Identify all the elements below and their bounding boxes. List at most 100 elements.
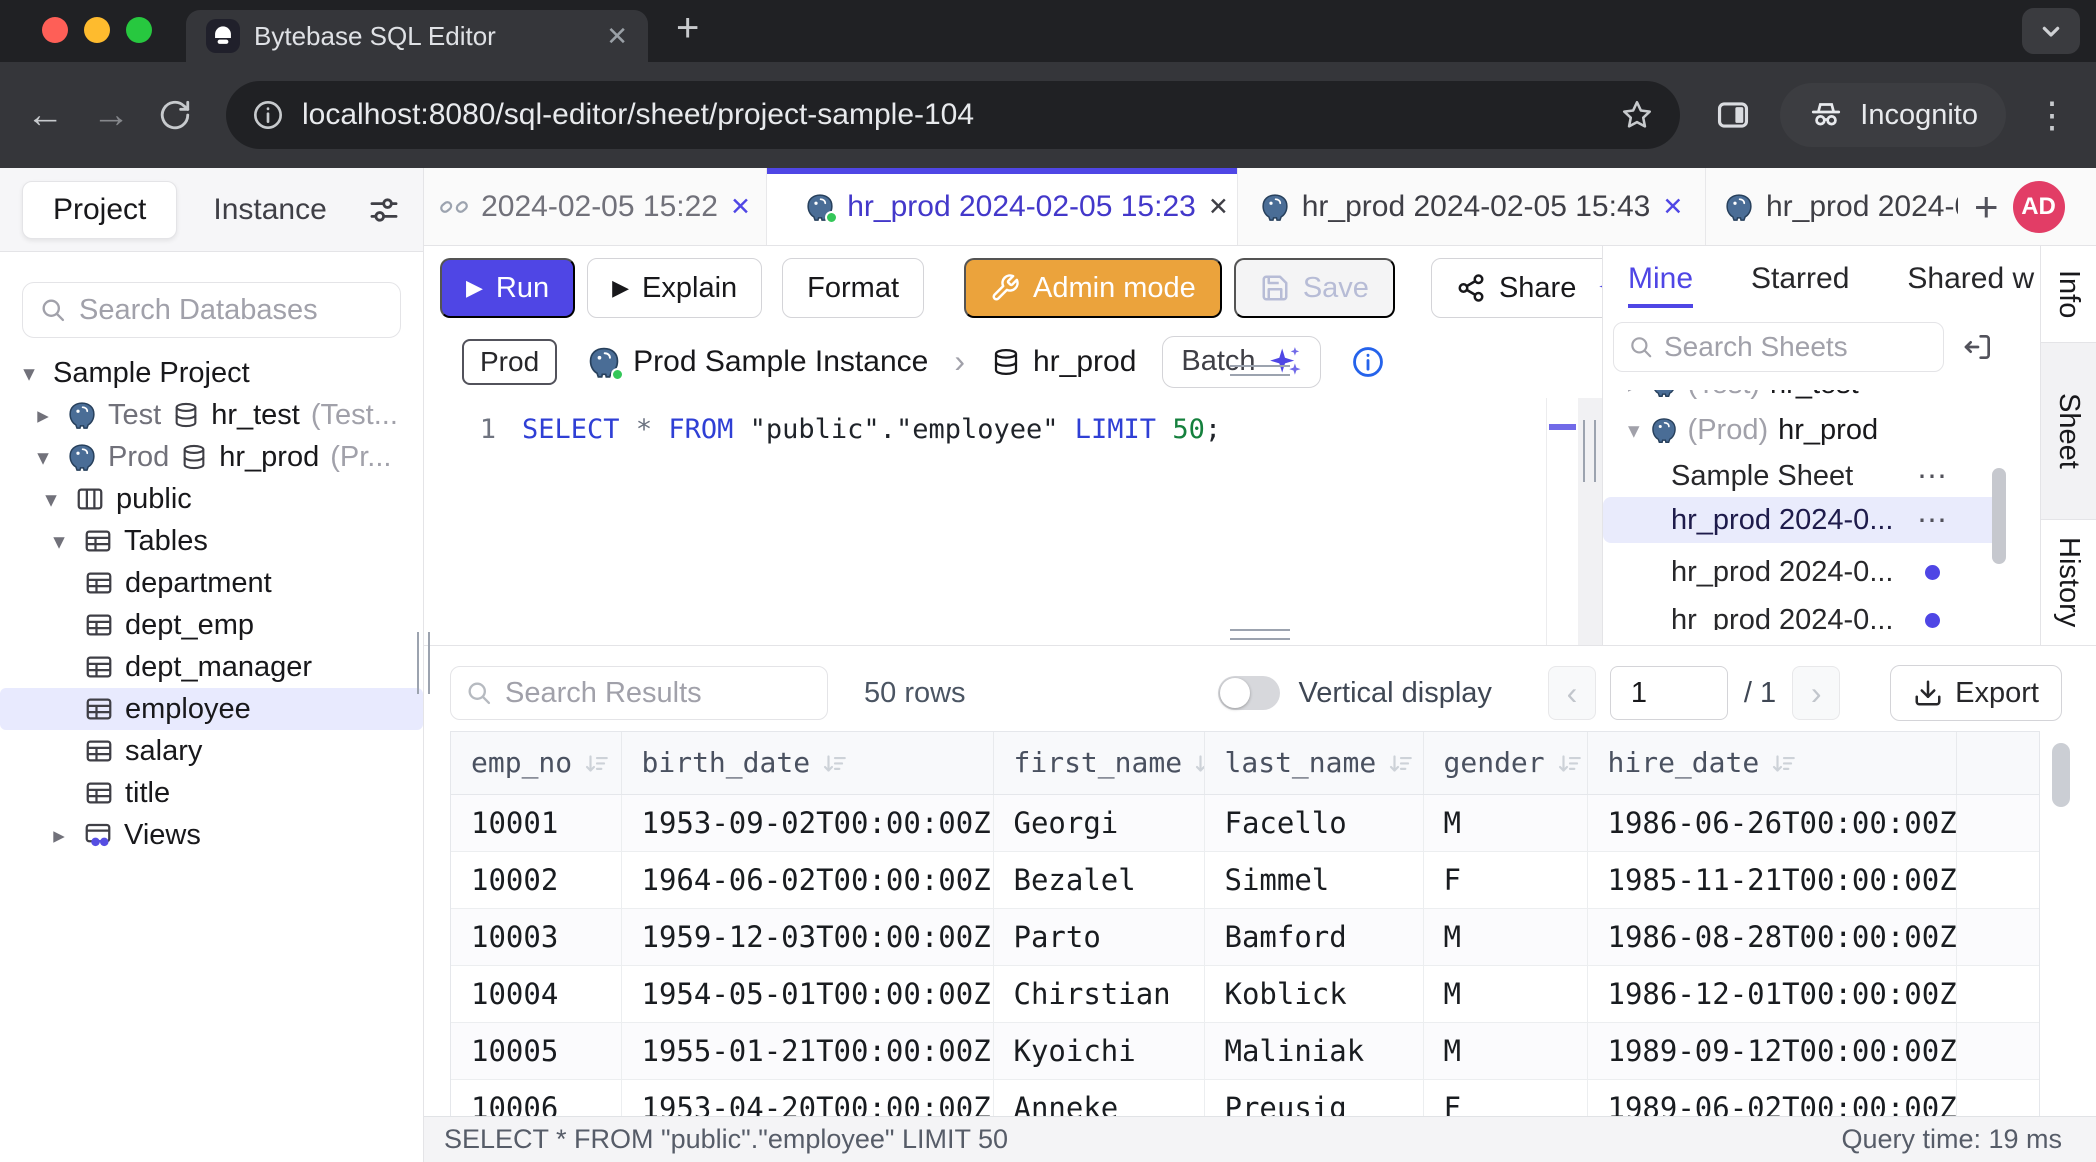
page-number-input[interactable] xyxy=(1610,666,1728,720)
window-controls[interactable] xyxy=(42,17,152,43)
cell-first-name[interactable]: Parto xyxy=(993,908,1204,965)
sheet-tab-3[interactable]: hr_prod 2024-02-05 15:43 ✕ xyxy=(1238,168,1706,245)
table-row[interactable]: 10005 1955-01-21T00:00:00Z Kyoichi Malin… xyxy=(451,1022,2040,1079)
cell-birth-date[interactable]: 1953-04-20T00:00:00Z xyxy=(621,1079,993,1116)
tree-item-views-group[interactable]: ▸ Views xyxy=(0,814,423,856)
search-sheets-input[interactable] xyxy=(1664,331,1929,363)
close-tab-icon[interactable]: ✕ xyxy=(606,21,628,52)
sheet-group-prod[interactable]: ▾ (Prod) hr_prod xyxy=(1603,408,1878,452)
tree-item-table-dept-manager[interactable]: dept_manager xyxy=(0,646,423,688)
instance-name[interactable]: Prod Sample Instance xyxy=(633,345,928,379)
cell-gender[interactable]: F xyxy=(1423,851,1587,908)
sheet-tab-1[interactable]: 2024-02-05 15:22 ✕ xyxy=(424,168,767,245)
batch-button[interactable]: Batch xyxy=(1162,336,1320,388)
cell-last-name[interactable]: Simmel xyxy=(1204,851,1423,908)
caret-right-icon[interactable]: ▸ xyxy=(46,822,72,849)
cell-emp-no[interactable]: 10005 xyxy=(451,1022,621,1079)
close-sheet-icon[interactable]: ✕ xyxy=(1208,192,1229,222)
cell-emp-no[interactable]: 10006 xyxy=(451,1079,621,1116)
sheet-item-selected[interactable]: hr_prod 2024-0... ⋯ xyxy=(1603,497,2001,543)
sheet-item[interactable]: hr_prod 2024-0... xyxy=(1603,550,2001,594)
cell-gender[interactable]: M xyxy=(1423,794,1587,851)
cell-emp-no[interactable]: 10001 xyxy=(451,794,621,851)
panel-resize-handle[interactable] xyxy=(1583,420,1596,482)
close-window-button[interactable] xyxy=(42,17,68,43)
sheet-menu-button[interactable]: ⋯ xyxy=(1917,459,1949,494)
run-button[interactable]: ▶ Run xyxy=(440,258,575,318)
site-info-icon[interactable] xyxy=(252,99,284,131)
tab-shared[interactable]: Shared w xyxy=(1907,262,2034,308)
collapse-panel-button[interactable] xyxy=(1962,331,1994,363)
sheets-scrollbar[interactable] xyxy=(1992,468,2006,564)
cell-hire-date[interactable]: 1989-06-02T00:00:00Z xyxy=(1587,1079,1956,1116)
cell-first-name[interactable]: Georgi xyxy=(993,794,1204,851)
cell-hire-date[interactable]: 1986-06-26T00:00:00Z xyxy=(1587,794,1956,851)
tree-item-project[interactable]: ▾ Sample Project xyxy=(0,352,423,394)
sheet-item[interactable]: hr_prod 2024-0... xyxy=(1603,598,2001,630)
caret-right-icon[interactable]: ▸ xyxy=(30,402,56,429)
editor-minimap[interactable] xyxy=(1546,398,1578,645)
tab-project[interactable]: Project xyxy=(22,181,177,239)
tree-item-table-department[interactable]: department xyxy=(0,562,423,604)
col-header-gender[interactable]: gender xyxy=(1423,732,1587,794)
tab-instance[interactable]: Instance xyxy=(213,193,326,227)
tab-search-button[interactable] xyxy=(2022,8,2080,54)
col-header-birth-date[interactable]: birth_date xyxy=(621,732,993,794)
bookmark-star-icon[interactable] xyxy=(1620,98,1654,132)
col-header-first-name[interactable]: first_name xyxy=(993,732,1204,794)
export-button[interactable]: Export xyxy=(1890,665,2062,721)
cell-hire-date[interactable]: 1989-09-12T00:00:00Z xyxy=(1587,1022,1956,1079)
maximize-window-button[interactable] xyxy=(126,17,152,43)
cell-gender[interactable]: F xyxy=(1423,1079,1587,1116)
col-header-hire-date[interactable]: hire_date xyxy=(1587,732,1956,794)
cell-birth-date[interactable]: 1959-12-03T00:00:00Z xyxy=(621,908,993,965)
address-bar[interactable]: localhost:8080/sql-editor/sheet/project-… xyxy=(226,81,1680,149)
sort-icon[interactable] xyxy=(1771,751,1797,777)
cell-last-name[interactable]: Preusig xyxy=(1204,1079,1423,1116)
vertical-display-toggle[interactable] xyxy=(1218,676,1280,710)
environment-chip[interactable]: Prod xyxy=(462,339,557,385)
cell-gender[interactable]: M xyxy=(1423,1022,1587,1079)
tree-item-table-salary[interactable]: salary xyxy=(0,730,423,772)
new-tab-button[interactable]: + xyxy=(676,6,699,51)
cell-first-name[interactable]: Kyoichi xyxy=(993,1022,1204,1079)
tab-starred[interactable]: Starred xyxy=(1751,262,1849,308)
prev-page-button[interactable]: ‹ xyxy=(1548,666,1596,720)
format-button[interactable]: Format xyxy=(782,258,924,318)
sheet-tab-4[interactable]: hr_prod 2024-0 xyxy=(1706,168,1958,245)
tree-item-hr-prod[interactable]: ▾ Prod hr_prod (Pr... xyxy=(0,436,423,478)
cell-emp-no[interactable]: 10002 xyxy=(451,851,621,908)
cell-last-name[interactable]: Bamford xyxy=(1204,908,1423,965)
sort-icon[interactable] xyxy=(822,751,848,777)
table-row[interactable]: 10004 1954-05-01T00:00:00Z Chirstian Kob… xyxy=(451,965,2040,1022)
editor-top-resize-handle[interactable] xyxy=(1230,365,1290,376)
sheet-tab-2-active[interactable]: hr_prod 2024-02-05 15:23 ✕ xyxy=(767,168,1238,245)
sheet-item[interactable]: Sample Sheet ⋯ xyxy=(1603,454,2001,498)
sheets-search[interactable] xyxy=(1613,322,1944,372)
cell-birth-date[interactable]: 1964-06-02T00:00:00Z xyxy=(621,851,993,908)
database-name[interactable]: hr_prod xyxy=(1033,345,1136,379)
side-tab-history[interactable]: History xyxy=(2041,520,2096,645)
cell-emp-no[interactable]: 10004 xyxy=(451,965,621,1022)
user-avatar[interactable]: AD xyxy=(2013,181,2065,233)
tree-item-tables-group[interactable]: ▾ Tables xyxy=(0,520,423,562)
close-sheet-icon[interactable]: ✕ xyxy=(730,192,751,222)
sql-editor[interactable]: 1 SELECT * FROM "public"."employee" LIMI… xyxy=(424,398,1602,645)
tree-item-table-title[interactable]: title xyxy=(0,772,423,814)
browser-menu-button[interactable]: ⋮ xyxy=(2034,94,2070,136)
cell-emp-no[interactable]: 10003 xyxy=(451,908,621,965)
reload-button[interactable] xyxy=(158,98,192,132)
cell-birth-date[interactable]: 1955-01-21T00:00:00Z xyxy=(621,1022,993,1079)
sidebar-resize-handle[interactable] xyxy=(417,632,430,694)
cell-last-name[interactable]: Facello xyxy=(1204,794,1423,851)
cell-first-name[interactable]: Chirstian xyxy=(993,965,1204,1022)
side-panel-icon[interactable] xyxy=(1714,96,1752,134)
cell-first-name[interactable]: Bezalel xyxy=(993,851,1204,908)
database-search[interactable] xyxy=(22,282,401,338)
caret-down-icon[interactable]: ▾ xyxy=(38,486,64,513)
new-sheet-button[interactable]: + xyxy=(1974,183,1999,231)
cell-birth-date[interactable]: 1953-09-02T00:00:00Z xyxy=(621,794,993,851)
minimize-window-button[interactable] xyxy=(84,17,110,43)
back-button[interactable]: ← xyxy=(26,96,64,134)
results-search[interactable] xyxy=(450,666,828,720)
